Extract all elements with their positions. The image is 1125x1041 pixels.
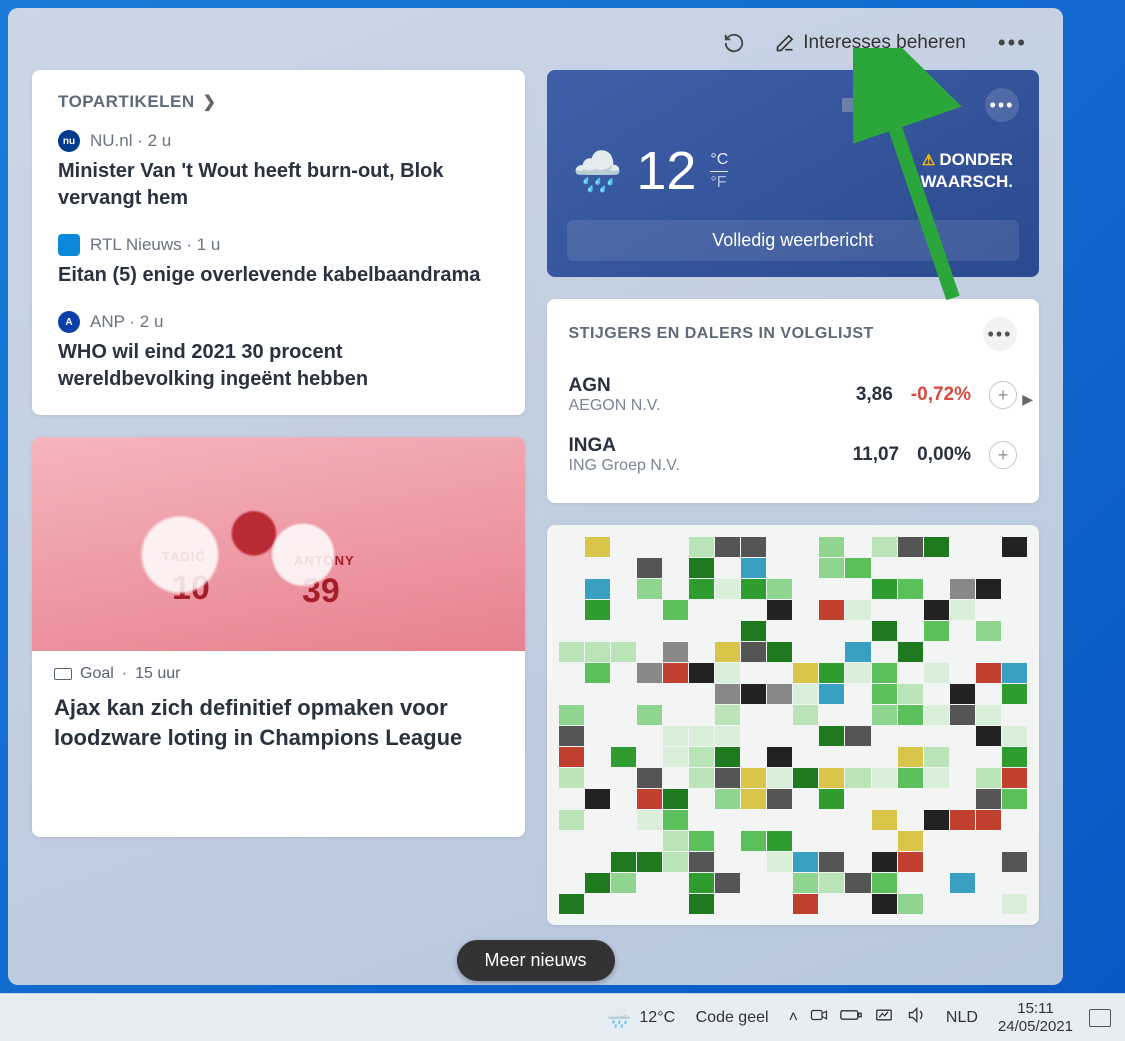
stock-change: 0,00%	[917, 444, 971, 466]
stock-row[interactable]: INGAING Groep N.V.11,070,00%+	[569, 425, 1018, 485]
stocks-more-icon[interactable]: •••	[983, 317, 1017, 351]
stock-row[interactable]: AGNAEGON N.V.3,86-0,72%+	[569, 365, 1018, 425]
wifi-icon[interactable]	[874, 1007, 894, 1028]
system-tray: ˄	[789, 1006, 926, 1029]
refresh-icon[interactable]	[721, 30, 747, 56]
add-stock-button[interactable]: +	[989, 441, 1017, 469]
mosaic-grid	[559, 537, 1028, 914]
tray-chevron-icon[interactable]: ˄	[789, 1009, 798, 1027]
panel-more-icon[interactable]: •••	[994, 30, 1031, 56]
weather-warning[interactable]: ⚠DONDER WAARSCH.	[920, 149, 1019, 193]
more-news-button[interactable]: Meer nieuws	[456, 940, 614, 981]
stock-price: 11,07	[853, 444, 900, 466]
cloud-rain-icon: 🌧️	[573, 148, 623, 195]
full-weather-link[interactable]: Volledig weerbericht	[567, 220, 1020, 261]
stocks-next-icon[interactable]: ▶	[1022, 391, 1033, 408]
news-headline: Ajax kan zich definitief opmaken voor lo…	[54, 693, 503, 752]
goal-icon	[54, 668, 72, 680]
taskbar: 🌧️ 12°C Code geel ˄ NLD 15:11 24/05/2021	[0, 993, 1125, 1041]
pencil-icon	[775, 33, 795, 53]
news-photo: TADIĆ 10 ANTONY 39	[32, 437, 525, 651]
taskbar-weather[interactable]: 🌧️ 12°C Code geel	[607, 1005, 769, 1030]
volume-icon[interactable]	[906, 1006, 926, 1029]
article-headline: Minister Van 't Wout heeft burn-out, Blo…	[58, 158, 499, 212]
stock-price: 3,86	[856, 384, 893, 406]
warning-icon: ⚠	[922, 152, 935, 169]
weather-card: ••• 🌧️ 12 °C °F ⚠DONDER WAARSCH.	[547, 70, 1040, 277]
featured-news-card[interactable]: TADIĆ 10 ANTONY 39 Goal · 15 uur Ajax ka…	[32, 437, 525, 837]
top-articles-title[interactable]: TOPARTIKELEN ❯	[58, 92, 499, 112]
manage-interests-label: Interesses beheren	[803, 32, 966, 54]
covid-map-card[interactable]	[547, 525, 1040, 925]
top-articles-card: TOPARTIKELEN ❯ nu NU.nl · 2 u Minister V…	[32, 70, 525, 415]
language-indicator[interactable]: NLD	[946, 1009, 978, 1027]
battery-icon[interactable]	[840, 1008, 862, 1027]
manage-interests-button[interactable]: Interesses beheren	[775, 32, 966, 54]
add-stock-button[interactable]: +	[989, 381, 1017, 409]
source-icon: A	[58, 311, 80, 333]
temp-units[interactable]: °C °F	[710, 151, 728, 192]
article-item[interactable]: A ANP · 2 u WHO wil eind 2021 30 procent…	[58, 311, 499, 393]
notifications-icon[interactable]	[1089, 1009, 1111, 1027]
chevron-right-icon: ❯	[203, 92, 217, 112]
weather-more-icon[interactable]: •••	[985, 88, 1019, 122]
article-item[interactable]: RTL Nieuws · 1 u Eitan (5) enige overlev…	[58, 234, 499, 289]
stocks-card: STIJGERS EN DALERS IN VOLGLIJST ••• AGNA…	[547, 299, 1040, 503]
meet-icon[interactable]	[810, 1007, 828, 1028]
source-icon: nu	[58, 130, 80, 152]
article-headline: Eitan (5) enige overlevende kabelbaandra…	[58, 262, 499, 289]
stock-change: -0,72%	[911, 384, 971, 406]
stocks-title[interactable]: STIJGERS EN DALERS IN VOLGLIJST	[569, 325, 874, 343]
article-item[interactable]: nu NU.nl · 2 u Minister Van 't Wout heef…	[58, 130, 499, 212]
source-icon	[58, 234, 80, 256]
article-headline: WHO wil eind 2021 30 procent wereldbevol…	[58, 339, 499, 393]
cloud-icon: 🌧️	[607, 1005, 632, 1030]
widget-panel-header: Interesses beheren •••	[32, 26, 1039, 70]
news-meta: Goal · 15 uur	[54, 665, 503, 683]
weather-temp: 12	[636, 140, 696, 202]
location-obscured	[842, 98, 941, 112]
taskbar-clock[interactable]: 15:11 24/05/2021	[998, 1000, 1073, 1035]
